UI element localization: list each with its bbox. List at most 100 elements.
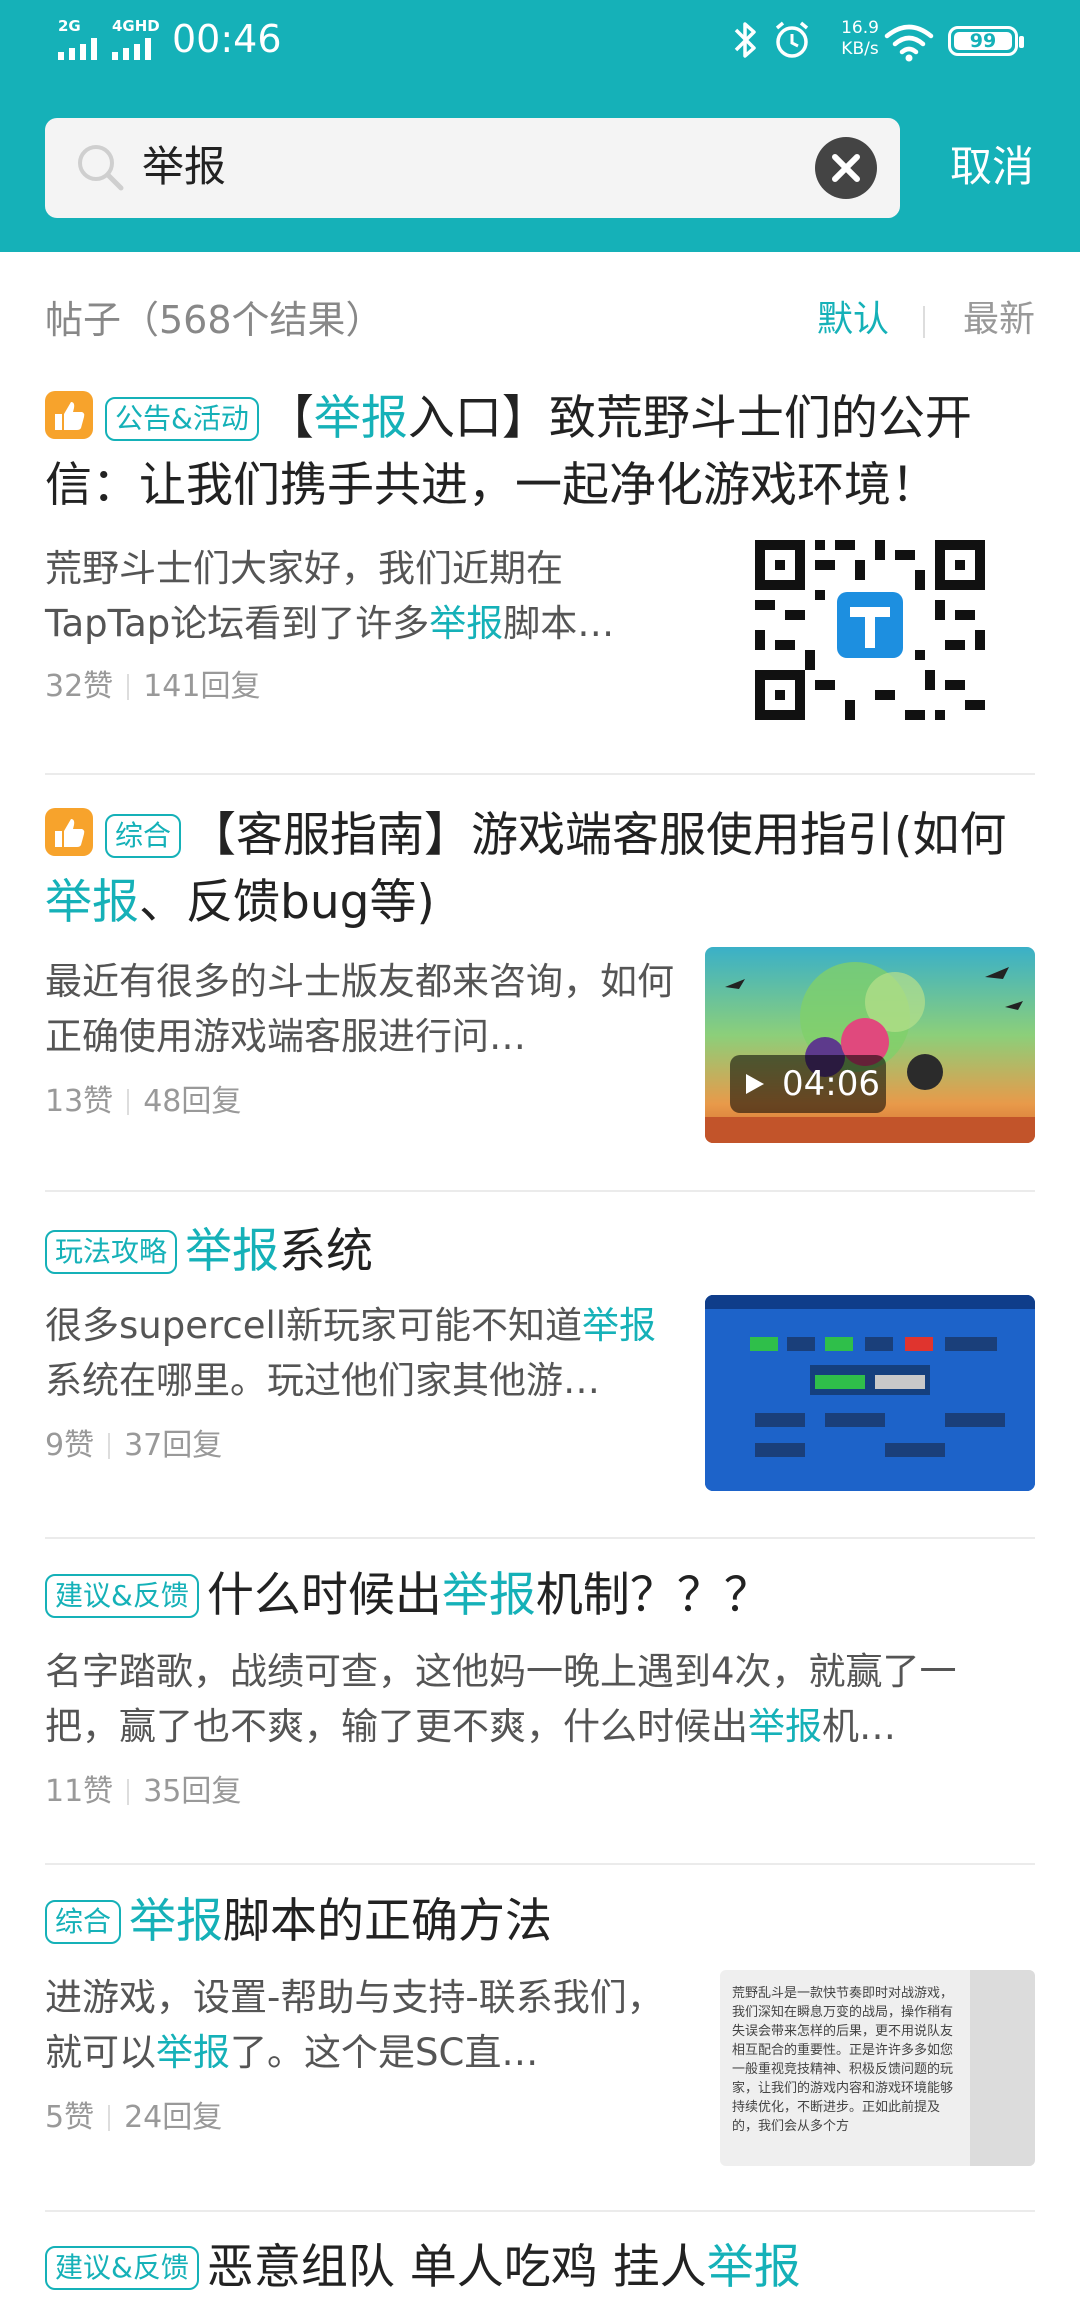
status-bar: 2G 4GHD 00:46 16.9 KB/s 99 <box>0 0 1080 80</box>
signal-4g-icon: 4GHD <box>112 18 167 62</box>
post-title[interactable]: 建议&反馈 恶意组队 单人吃鸡 挂人举报 <box>45 2234 1035 2301</box>
qr-code-thumbnail[interactable] <box>745 530 995 730</box>
search-box[interactable] <box>45 118 900 218</box>
excerpt-text: 系统在哪里。玩过他们家其他游… <box>45 1359 600 1402</box>
excerpt-text: 机… <box>822 1705 896 1748</box>
thumbs-up-icon <box>45 808 93 856</box>
battery-level: 99 <box>954 32 1012 51</box>
speed-unit: KB/s <box>841 39 879 59</box>
network-speed: 16.9 KB/s <box>830 18 890 60</box>
divider <box>45 773 1035 775</box>
post-excerpt: 最近有很多的斗士版友都来咨询，如何正确使用游戏端客服进行问… <box>45 960 674 1058</box>
settings-screenshot-thumbnail[interactable] <box>705 1295 1035 1491</box>
top-bar: 2G 4GHD 00:46 16.9 KB/s 99 举报 取消 <box>0 0 1080 252</box>
post-excerpt: 名字踏歌，战绩可查，这他妈一晚上遇到4次，就赢了一把，赢了也不爽，输了更不爽，什… <box>45 1644 1005 1754</box>
post-item[interactable]: 建议&反馈 什么时候出举报机制？？？ 名字踏歌，战绩可查，这他妈一晚上遇到4次，就… <box>45 1562 1035 1862</box>
excerpt-highlight: 举报 <box>429 602 504 645</box>
title-text: 恶意组队 单人吃鸡 挂人 <box>206 2240 707 2295</box>
title-highlight: 举报 <box>313 391 408 446</box>
excerpt-text: 了。这个是SC直… <box>230 2031 539 2074</box>
game-scene-image <box>705 962 1035 1143</box>
status-time: 00:46 <box>172 17 282 61</box>
post-title[interactable]: 建议&反馈 什么时候出举报机制？？？ <box>45 1562 1035 1629</box>
title-text: 【 <box>266 391 314 446</box>
game-settings-image <box>705 1295 1035 1491</box>
excerpt-text: 脚本… <box>503 602 615 645</box>
excerpt-highlight: 举报 <box>582 1304 657 1347</box>
title-highlight: 举报 <box>185 1224 280 1279</box>
excerpt-highlight: 举报 <box>748 1705 822 1748</box>
video-thumbnail[interactable]: 04:06 <box>705 947 1035 1143</box>
like-count: 5赞 <box>45 2100 95 2135</box>
title-text: 系统 <box>279 1224 374 1279</box>
results-header: 帖子（568个结果） 默认 最新 <box>45 290 1035 350</box>
post-item[interactable]: 综合 举报脚本的正确方法 进游戏，设置-帮助与支持-联系我们，就可以举报了。这个是… <box>45 1888 1035 2218</box>
video-duration-badge: 04:06 <box>730 1055 886 1113</box>
signal-2g-icon: 2G <box>58 18 108 62</box>
close-icon <box>832 154 860 182</box>
post-tag: 综合 <box>105 814 182 858</box>
divider <box>45 1537 1035 1539</box>
thumbnail-text: 荒野乱斗是一款快节奏即时对战游戏，我们深知在瞬息万变的战局，操作稍有失误会带来怎… <box>732 1986 954 2134</box>
title-text: 什么时候出 <box>206 1568 442 1623</box>
video-duration: 04:06 <box>782 1064 880 1104</box>
post-tag: 玩法攻略 <box>45 1230 178 1274</box>
excerpt-text: 很多supercell新玩家可能不知道 <box>45 1304 583 1347</box>
post-item[interactable]: 公告&活动 【举报入口】致荒野斗士们的公开信：让我们携手共进，一起净化游戏环境！ … <box>45 385 1035 755</box>
search-input[interactable] <box>142 138 742 196</box>
post-stats: 32赞 141回复 <box>45 665 260 709</box>
post-tag: 综合 <box>45 1900 122 1944</box>
divider <box>45 1863 1035 1865</box>
excerpt-highlight: 举报 <box>156 2031 230 2074</box>
post-title[interactable]: 综合 【客服指南】游戏端客服使用指引(如何举报、反馈bug等) <box>45 802 1035 936</box>
reply-count: 48回复 <box>143 1084 242 1119</box>
title-highlight: 举报 <box>441 1568 536 1623</box>
title-highlight: 举报 <box>129 1894 224 1949</box>
title-text: 【客服指南】游戏端客服使用指引(如何 <box>189 808 1007 863</box>
post-title[interactable]: 公告&活动 【举报入口】致荒野斗士们的公开信：让我们携手共进，一起净化游戏环境！ <box>45 385 1035 519</box>
reply-count: 37回复 <box>124 1428 223 1463</box>
reply-count: 35回复 <box>143 1774 242 1809</box>
reply-count: 24回复 <box>124 2100 223 2135</box>
post-excerpt: 很多supercell新玩家可能不知道举报系统在哪里。玩过他们家其他游… <box>45 1298 675 1408</box>
post-stats: 5赞 24回复 <box>45 2096 222 2140</box>
sort-default-tab[interactable]: 默认 <box>817 290 889 350</box>
cancel-button[interactable]: 取消 <box>950 138 1034 196</box>
post-stats: 13赞 48回复 <box>45 1080 241 1124</box>
title-highlight: 举报 <box>706 2240 801 2295</box>
post-item[interactable]: 玩法攻略 举报系统 很多supercell新玩家可能不知道举报系统在哪里。玩过他们… <box>45 1218 1035 1558</box>
post-tag: 建议&反馈 <box>45 1574 199 1618</box>
post-stats: 9赞 37回复 <box>45 1424 222 1468</box>
bluetooth-icon <box>734 22 756 58</box>
reply-count: 141回复 <box>143 669 261 704</box>
post-item[interactable]: 建议&反馈 恶意组队 单人吃鸡 挂人举报 <box>45 2234 1035 2316</box>
sort-latest-tab[interactable]: 最新 <box>963 290 1035 350</box>
title-text: 机制？？？ <box>535 1568 771 1623</box>
post-excerpt: 进游戏，设置-帮助与支持-联系我们，就可以举报了。这个是SC直… <box>45 1970 675 2080</box>
divider <box>45 2210 1035 2212</box>
network-type-1: 2G <box>58 17 81 35</box>
alarm-icon <box>775 21 809 58</box>
article-thumbnail[interactable]: 荒野乱斗是一款快节奏即时对战游戏，我们深知在瞬息万变的战局，操作稍有失误会带来怎… <box>720 1970 1035 2166</box>
title-text: 脚本的正确方法 <box>223 1894 553 1949</box>
clear-search-button[interactable] <box>815 137 877 199</box>
post-tag: 公告&活动 <box>105 397 259 441</box>
like-count: 9赞 <box>45 1428 95 1463</box>
results-count: 帖子（568个结果） <box>45 298 384 342</box>
like-count: 11赞 <box>45 1774 114 1809</box>
title-text: 、反馈bug等) <box>139 875 435 930</box>
play-icon <box>746 1074 764 1094</box>
qr-code-icon <box>745 530 995 730</box>
search-icon <box>78 145 124 191</box>
thumbs-up-icon <box>45 391 93 439</box>
post-tag: 建议&反馈 <box>45 2246 199 2290</box>
post-stats: 11赞 35回复 <box>45 1770 241 1814</box>
speed-value: 16.9 <box>841 18 879 38</box>
post-title[interactable]: 综合 举报脚本的正确方法 <box>45 1888 1035 1955</box>
wifi-icon <box>884 24 934 62</box>
post-item[interactable]: 综合 【客服指南】游戏端客服使用指引(如何举报、反馈bug等) 最近有很多的斗士版… <box>45 802 1035 1172</box>
post-title[interactable]: 玩法攻略 举报系统 <box>45 1218 1035 1285</box>
network-type-2: 4GHD <box>112 17 160 35</box>
divider <box>45 1190 1035 1192</box>
post-excerpt: 荒野斗士们大家好，我们近期在TapTap论坛看到了许多举报脚本… <box>45 541 665 651</box>
